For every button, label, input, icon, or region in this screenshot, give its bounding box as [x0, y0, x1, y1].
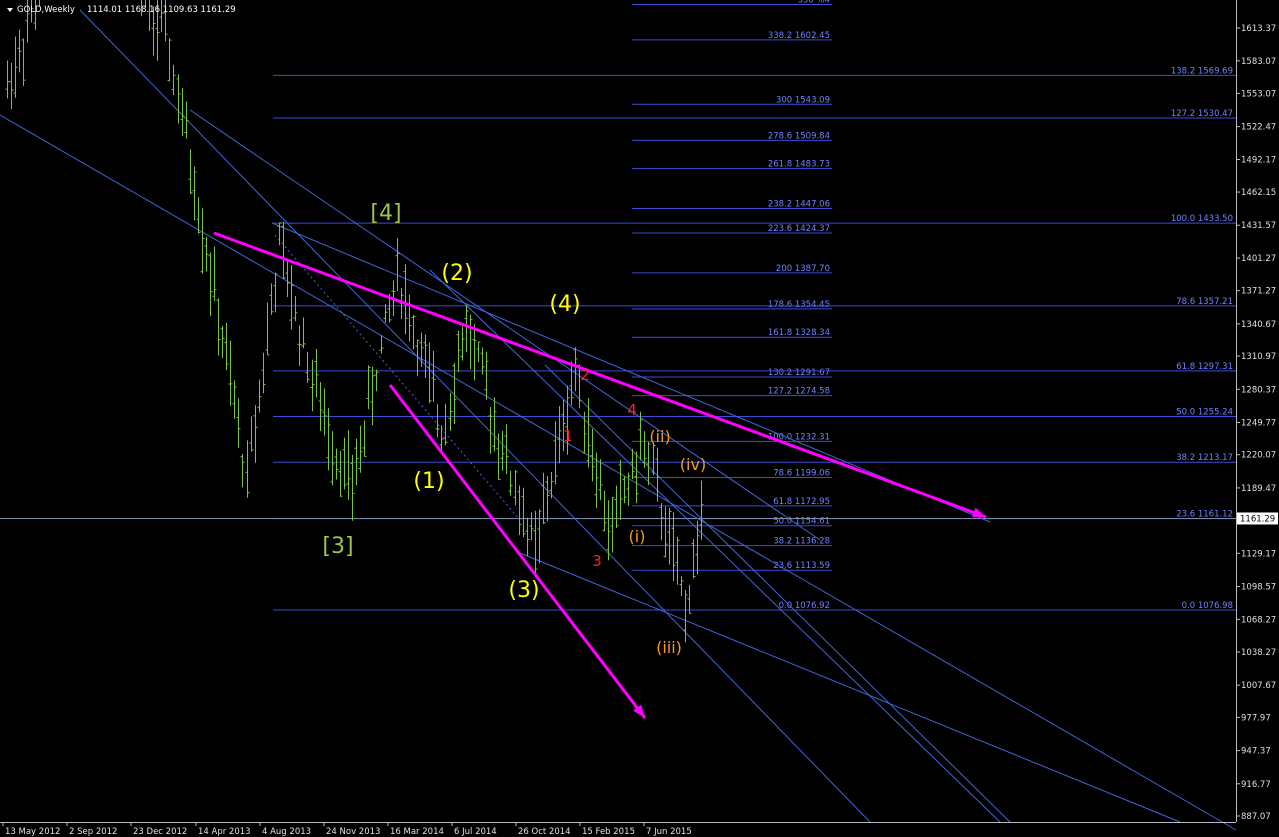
y-tick-label: 1613.37 [1241, 24, 1276, 34]
fib-level-label: 178.6 1354.45 [768, 300, 830, 310]
wave-label: (i) [629, 527, 646, 546]
current-price-label: 1161.29 [1240, 514, 1275, 524]
fib-level-label: 338.2 1602.45 [768, 31, 830, 41]
y-tick-label: 1462.15 [1241, 188, 1276, 198]
y-tick-label: 1431.57 [1241, 221, 1276, 231]
y-tick-label: 1038.27 [1241, 648, 1276, 658]
y-tick-label: 1098.57 [1241, 583, 1276, 593]
y-tick-label: 1371.27 [1241, 287, 1276, 297]
x-tick-label: 16 Mar 2014 [390, 827, 444, 837]
fib-level-label: 200 1387.70 [776, 264, 830, 274]
x-tick-label: 14 Apr 2013 [198, 827, 251, 837]
x-tick-label: 13 May 2012 [5, 827, 60, 837]
y-tick-label: 947.37 [1241, 747, 1271, 757]
ohlc-readout: 1114.01 1168.16 1109.63 1161.29 [87, 5, 236, 15]
fib-level-label: 127.2 1530.47 [1171, 109, 1233, 119]
wave-label: [3] [322, 534, 353, 559]
x-tick-label: 6 Jul 2014 [454, 827, 497, 837]
wave-label: (3) [508, 578, 539, 603]
fib-level-label: 100.0 1433.50 [1171, 214, 1233, 224]
y-tick-label: 1553.07 [1241, 89, 1276, 99]
fib-level-label: 0.0 1076.98 [1182, 601, 1233, 611]
fib-level-label: 138.2 1569.69 [1171, 66, 1233, 76]
price-chart[interactable]: 350 %4 338.2 1602.45 300 1543.09 278.6 1509… [0, 0, 1279, 837]
y-tick-label: 1007.67 [1241, 681, 1276, 691]
fib-level-label: 130.2 1291.67 [768, 368, 830, 378]
x-tick-label: 4 Aug 2013 [262, 827, 311, 837]
wave-label: 1 [563, 427, 573, 445]
fib-level-label: 50.0 1255.24 [1176, 408, 1233, 418]
wave-label: (iv) [680, 455, 706, 474]
y-tick-label: 1492.17 [1241, 155, 1276, 165]
y-tick-label: 1249.77 [1241, 418, 1276, 428]
fib-level-label: 300 1543.09 [776, 95, 830, 105]
y-tick-label: 1280.37 [1241, 385, 1276, 395]
x-tick-label: 26 Oct 2014 [518, 827, 571, 837]
wave-label: 3 [592, 552, 602, 570]
wave-label: 2 [580, 366, 590, 384]
y-tick-label: 1068.27 [1241, 615, 1276, 625]
fib-level-label: 350 %4 [798, 0, 830, 6]
chart-header: GOLD,Weekly 1114.01 1168.16 1109.63 1161… [7, 5, 236, 15]
x-tick-label: 23 Dec 2012 [133, 827, 187, 837]
y-tick-label: 1189.47 [1241, 484, 1276, 494]
fib-level-label: 161.8 1328.34 [768, 328, 830, 338]
y-tick-label: 1310.97 [1241, 352, 1276, 362]
wave-label: [4] [370, 201, 401, 226]
y-tick-label: 887.07 [1241, 812, 1271, 822]
fib-level-label: 61.8 1172.95 [773, 497, 830, 507]
fib-level-label: 78.6 1357.21 [1176, 297, 1233, 307]
fib-level-label: 223.6 1424.37 [768, 224, 830, 234]
y-tick-label: 1220.07 [1241, 451, 1276, 461]
fib-level-label: 261.8 1483.73 [768, 160, 830, 170]
fib-level-label: 238.2 1447.06 [768, 199, 830, 209]
y-tick-label: 1583.07 [1241, 57, 1276, 67]
fib-level-label: 23.6 1113.59 [773, 561, 830, 571]
fib-level-label: 38.2 1136.28 [773, 537, 830, 547]
wave-label: (ii) [649, 427, 670, 446]
symbol-label: GOLD,Weekly [17, 5, 75, 15]
y-tick-label: 1522.47 [1241, 123, 1276, 133]
fib-level-label: 78.6 1199.06 [773, 469, 830, 479]
x-tick-label: 15 Feb 2015 [582, 827, 635, 837]
fib-level-label: 38.2 1213.17 [1176, 453, 1233, 463]
x-tick-label: 7 Jun 2015 [646, 827, 692, 837]
y-tick-label: 916.77 [1241, 780, 1271, 790]
fib-level-label: 61.8 1297.31 [1176, 362, 1233, 372]
wave-label: 4 [627, 401, 637, 419]
wave-label: (2) [441, 261, 472, 286]
wave-label: (1) [413, 469, 444, 494]
fib-level-label: 278.6 1509.84 [768, 131, 830, 141]
x-tick-label: 2 Sep 2012 [69, 827, 117, 837]
wave-label: (iii) [656, 638, 682, 657]
fib-level-label: 127.2 1274.58 [768, 387, 830, 397]
wave-label: (4) [549, 292, 580, 317]
y-tick-label: 977.97 [1241, 713, 1271, 723]
y-tick-label: 1340.67 [1241, 320, 1276, 330]
x-tick-label: 24 Nov 2013 [326, 827, 380, 837]
y-tick-label: 1129.17 [1241, 549, 1276, 559]
y-tick-label: 1401.27 [1241, 254, 1276, 264]
